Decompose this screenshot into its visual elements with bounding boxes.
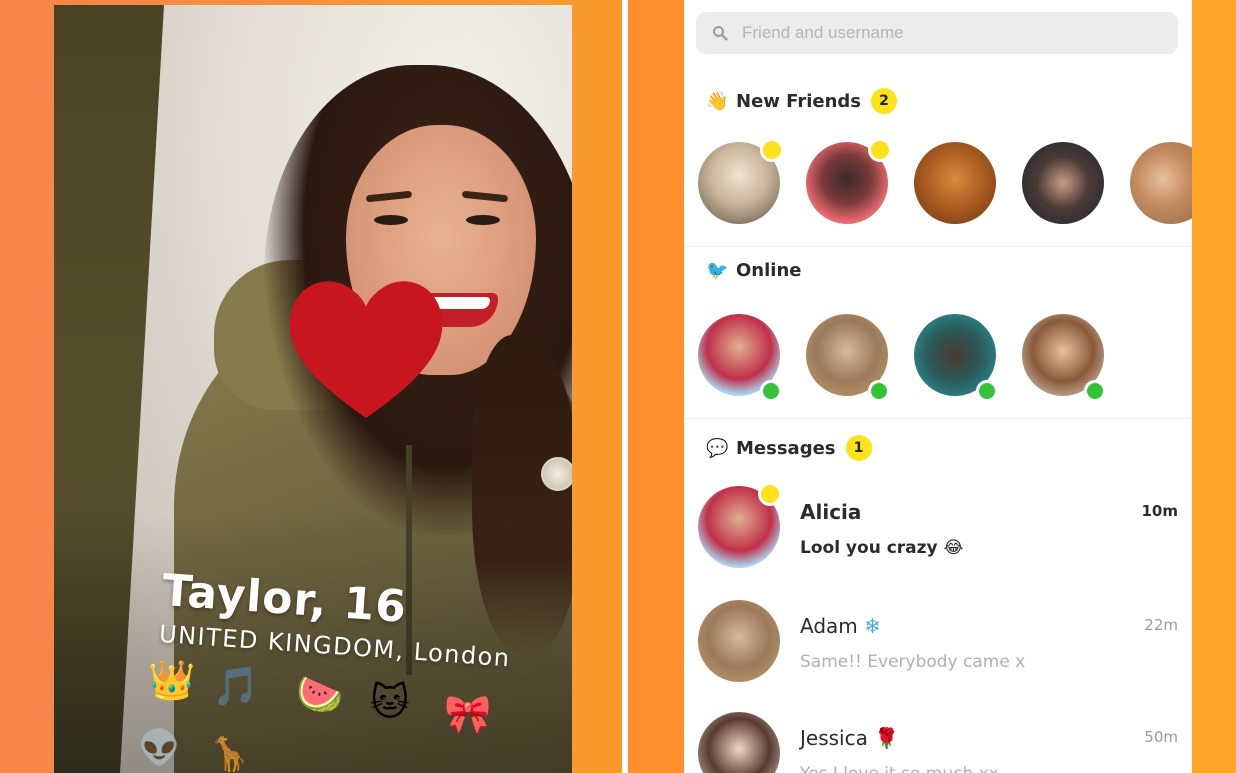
music-icon: 🎵: [212, 664, 260, 708]
new-friends-count-badge: 2: [870, 88, 897, 114]
speech-bubble-icon: 💬: [706, 437, 729, 459]
message-preview: Lool you crazy 😂: [800, 538, 964, 558]
unread-indicator-dot: [758, 482, 782, 506]
online-friend-avatar[interactable]: [1022, 314, 1112, 404]
message-time: 10m: [1141, 502, 1178, 520]
sender-name-text: Jessica: [800, 726, 868, 750]
messages-title: Messages: [736, 437, 836, 459]
cat-icon: 🐱: [370, 680, 410, 724]
crown-icon: 👑: [148, 658, 196, 702]
messages-count-badge: 1: [845, 435, 872, 461]
profile-card[interactable]: Taylor, 16 UNITED KINGDOM, London 👑 🎵 🍉 …: [54, 5, 572, 773]
new-indicator-dot: [760, 138, 784, 162]
new-friends-header: 👋 New Friends 2: [706, 88, 897, 114]
new-friends-avatar-row: [698, 138, 1192, 232]
online-friend-avatar[interactable]: [698, 314, 788, 404]
new-friend-avatar[interactable]: [806, 138, 896, 232]
sender-name-text: Adam: [800, 614, 858, 638]
section-separator: [684, 418, 1192, 419]
profile-photo-eye: [374, 215, 408, 225]
message-avatar: [698, 482, 782, 568]
online-header: 🐦 Online: [706, 260, 801, 281]
profile-photo-pin: [541, 457, 572, 491]
message-avatar: [698, 712, 780, 773]
new-friend-avatar[interactable]: [698, 138, 788, 232]
message-time: 50m: [1144, 728, 1178, 746]
alien-icon: 👽: [138, 728, 181, 768]
watermelon-icon: 🍉: [296, 672, 344, 716]
message-preview: Same!! Everybody came x: [800, 652, 1026, 672]
new-friend-avatar[interactable]: [1022, 142, 1112, 232]
rose-icon: 🌹: [874, 726, 900, 750]
message-avatar: [698, 600, 780, 682]
waving-hand-icon: 👋: [706, 90, 729, 112]
message-time: 22m: [1144, 616, 1178, 634]
message-sender-name: Alicia: [800, 500, 862, 524]
interest-emoji-row-2: 👽 🦒: [138, 731, 338, 773]
online-friend-avatar[interactable]: [806, 314, 896, 404]
section-separator: [684, 246, 1192, 247]
avatar: [1130, 142, 1192, 224]
online-indicator-dot: [1084, 380, 1106, 402]
online-avatar-row: [698, 314, 1192, 404]
message-sender-name: Jessica 🌹: [800, 726, 899, 750]
online-indicator-dot: [868, 380, 890, 402]
heart-icon[interactable]: [286, 273, 446, 423]
online-friend-avatar[interactable]: [914, 314, 1004, 404]
new-friends-title: New Friends: [736, 90, 861, 112]
ribbon-icon: 🎀: [444, 692, 492, 736]
search-icon: [713, 26, 728, 41]
giraffe-icon: 🦒: [208, 734, 251, 773]
new-friend-avatar[interactable]: [1130, 142, 1192, 232]
avatar: [1022, 142, 1104, 224]
new-indicator-dot: [868, 138, 892, 162]
avatar: [914, 142, 996, 224]
message-row[interactable]: Adam ❄ 22m Same!! Everybody came x: [698, 600, 1178, 690]
online-title: Online: [736, 260, 802, 281]
message-row[interactable]: Jessica 🌹 50m Yes I love it so much xx: [698, 712, 1178, 773]
messages-header: 💬 Messages 1: [706, 435, 872, 461]
avatar: [698, 712, 780, 773]
new-friend-avatar[interactable]: [914, 142, 1004, 232]
profile-photo-eye: [466, 215, 500, 225]
search-input[interactable]: [742, 23, 1142, 43]
interest-emoji-row: 👑 🎵 🍉 🐱 🎀: [148, 657, 508, 733]
online-indicator-dot: [976, 380, 998, 402]
snowflake-icon: ❄: [864, 614, 881, 638]
search-bar[interactable]: [696, 12, 1178, 54]
online-section-icon: 🐦: [706, 260, 729, 281]
online-indicator-dot: [760, 380, 782, 402]
friends-screen: 👋 New Friends 2 🐦 Online: [684, 0, 1192, 773]
message-sender-name: Adam ❄: [800, 614, 881, 638]
message-row[interactable]: Alicia 10m Lool you crazy 😂: [698, 482, 1178, 576]
message-preview: Yes I love it so much xx: [800, 764, 999, 773]
avatar: [698, 600, 780, 682]
